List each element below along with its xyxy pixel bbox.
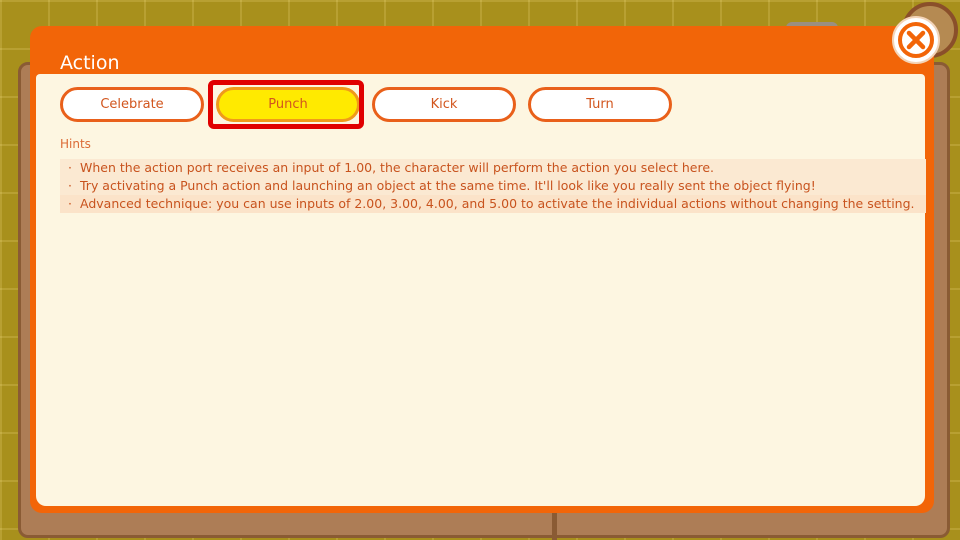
action-option-turn[interactable]: Turn <box>528 87 672 122</box>
hint-text: When the action port receives an input o… <box>80 160 714 175</box>
action-option-kick[interactable]: Kick <box>372 87 516 122</box>
hint-item: · Advanced technique: you can use inputs… <box>60 195 926 213</box>
selection-highlight <box>208 80 364 129</box>
close-x-icon <box>898 22 934 58</box>
hints-label: Hints <box>60 137 91 151</box>
bullet: · <box>68 160 72 175</box>
dialog-title: Action <box>60 52 120 74</box>
hints-list: · When the action port receives an input… <box>60 159 926 213</box>
hint-text: Advanced technique: you can use inputs o… <box>80 196 915 211</box>
hint-item: · When the action port receives an input… <box>60 159 926 177</box>
bullet: · <box>68 196 72 211</box>
bullet: · <box>68 178 72 193</box>
close-button[interactable] <box>892 16 940 64</box>
dialog-body <box>36 74 925 506</box>
hint-item: · Try activating a Punch action and laun… <box>60 177 926 195</box>
hint-text: Try activating a Punch action and launch… <box>80 178 816 193</box>
action-option-celebrate[interactable]: Celebrate <box>60 87 204 122</box>
